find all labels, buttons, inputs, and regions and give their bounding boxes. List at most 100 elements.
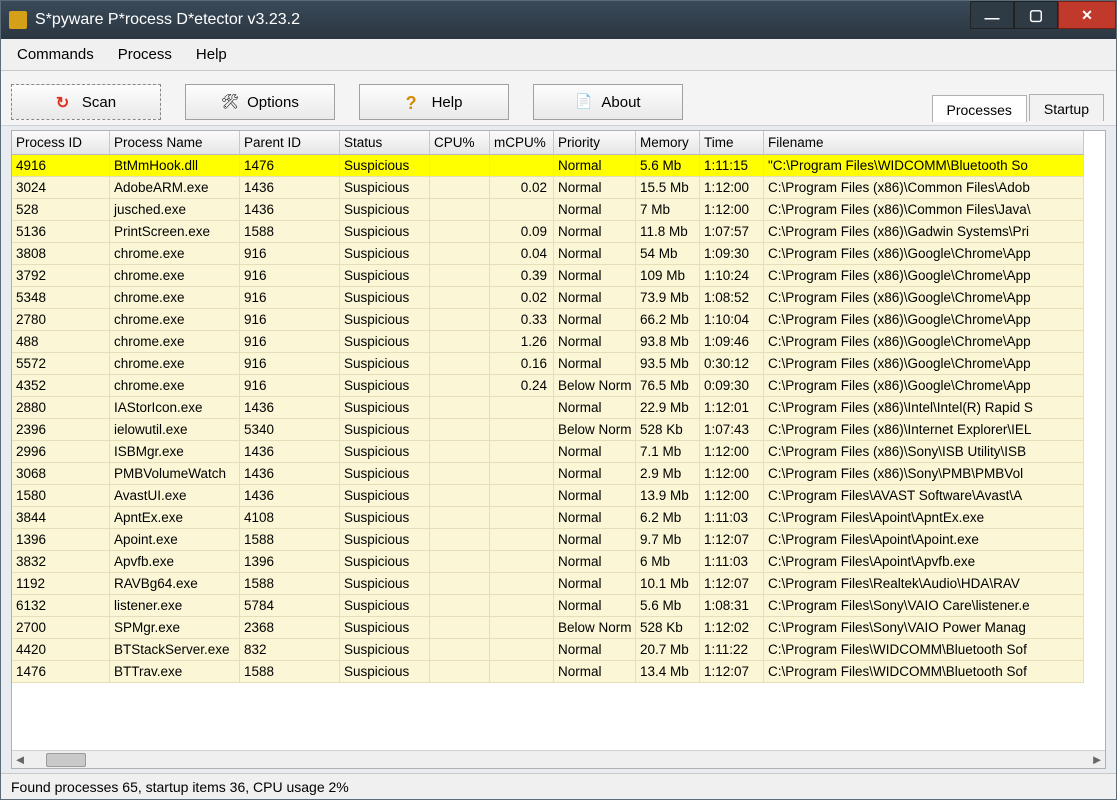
table-cell[interactable]: 0.04 [490,243,554,265]
table-cell[interactable]: C:\Program Files (x86)\Gadwin Systems\Pr… [764,221,1084,243]
table-cell[interactable]: BTStackServer.exe [110,639,240,661]
table-cell[interactable]: 0:30:12 [700,353,764,375]
table-cell[interactable]: Suspicious [340,265,430,287]
menu-help[interactable]: Help [186,42,237,67]
tab-processes[interactable]: Processes [932,95,1027,122]
table-cell[interactable]: 1:12:07 [700,573,764,595]
scrollbar-thumb[interactable] [46,753,86,767]
table-cell[interactable]: 10.1 Mb [636,573,700,595]
table-cell[interactable]: C:\Program Files\Apoint\Apoint.exe [764,529,1084,551]
table-cell[interactable]: 1:12:02 [700,617,764,639]
table-cell[interactable]: 5136 [12,221,110,243]
table-cell[interactable] [430,397,490,419]
col-time[interactable]: Time [700,131,764,155]
table-cell[interactable]: 1.26 [490,331,554,353]
table-cell[interactable]: 5784 [240,595,340,617]
table-cell[interactable]: C:\Program Files (x86)\Google\Chrome\App [764,265,1084,287]
col-parent[interactable]: Parent ID [240,131,340,155]
table-cell[interactable]: 832 [240,639,340,661]
table-cell[interactable]: 0.16 [490,353,554,375]
table-cell[interactable]: 1588 [240,661,340,683]
table-cell[interactable]: Suspicious [340,507,430,529]
table-cell[interactable]: chrome.exe [110,243,240,265]
table-cell[interactable]: Suspicious [340,287,430,309]
table-cell[interactable]: 11.8 Mb [636,221,700,243]
table-cell[interactable]: Normal [554,177,636,199]
table-cell[interactable]: C:\Program Files\Apoint\Apvfb.exe [764,551,1084,573]
table-cell[interactable]: 1:12:00 [700,199,764,221]
table-cell[interactable]: C:\Program Files\AVAST Software\Avast\A [764,485,1084,507]
table-cell[interactable]: Suspicious [340,463,430,485]
table-cell[interactable]: C:\Program Files (x86)\Sony\PMB\PMBVol [764,463,1084,485]
table-cell[interactable]: 916 [240,287,340,309]
table-cell[interactable]: 7.1 Mb [636,441,700,463]
table-cell[interactable]: C:\Program Files (x86)\Google\Chrome\App [764,287,1084,309]
table-cell[interactable]: 2880 [12,397,110,419]
table-cell[interactable]: 2396 [12,419,110,441]
table-cell[interactable]: 66.2 Mb [636,309,700,331]
table-cell[interactable] [490,397,554,419]
table-cell[interactable]: 916 [240,331,340,353]
table-cell[interactable] [430,353,490,375]
table-cell[interactable]: Normal [554,551,636,573]
table-cell[interactable]: 1:08:52 [700,287,764,309]
table-cell[interactable]: C:\Program Files (x86)\Google\Chrome\App [764,375,1084,397]
table-cell[interactable] [430,485,490,507]
table-cell[interactable] [430,199,490,221]
table-cell[interactable] [430,375,490,397]
table-cell[interactable]: 22.9 Mb [636,397,700,419]
col-pname[interactable]: Process Name [110,131,240,155]
table-cell[interactable]: Normal [554,221,636,243]
table-cell[interactable]: 1:11:15 [700,155,764,177]
table-cell[interactable] [430,551,490,573]
table-cell[interactable]: 1580 [12,485,110,507]
close-button[interactable] [1058,1,1116,29]
col-mcpu[interactable]: mCPU% [490,131,554,155]
table-cell[interactable]: IAStorIcon.exe [110,397,240,419]
table-cell[interactable]: 5.6 Mb [636,155,700,177]
table-cell[interactable]: Suspicious [340,595,430,617]
table-cell[interactable]: 1:07:57 [700,221,764,243]
table-cell[interactable]: Normal [554,661,636,683]
table-cell[interactable]: 0.02 [490,177,554,199]
table-cell[interactable]: 15.5 Mb [636,177,700,199]
table-cell[interactable] [430,463,490,485]
table-cell[interactable]: 13.4 Mb [636,661,700,683]
table-cell[interactable]: "C:\Program Files\WIDCOMM\Bluetooth So [764,155,1084,177]
table-cell[interactable] [490,661,554,683]
table-cell[interactable]: Below Norm [554,419,636,441]
table-cell[interactable]: 916 [240,375,340,397]
table-cell[interactable]: 2996 [12,441,110,463]
table-cell[interactable]: 4108 [240,507,340,529]
table-cell[interactable]: C:\Program Files (x86)\Common Files\Java… [764,199,1084,221]
table-cell[interactable]: Normal [554,463,636,485]
table-cell[interactable] [430,265,490,287]
table-cell[interactable]: Normal [554,265,636,287]
table-cell[interactable]: 1:12:00 [700,177,764,199]
table-cell[interactable]: 1:12:01 [700,397,764,419]
table-cell[interactable]: 6 Mb [636,551,700,573]
col-status[interactable]: Status [340,131,430,155]
table-cell[interactable]: Suspicious [340,397,430,419]
table-cell[interactable] [490,441,554,463]
table-cell[interactable]: 3844 [12,507,110,529]
table-cell[interactable]: 2.9 Mb [636,463,700,485]
table-cell[interactable]: C:\Program Files\Sony\VAIO Power Manag [764,617,1084,639]
table-cell[interactable]: 1476 [240,155,340,177]
table-cell[interactable]: Apoint.exe [110,529,240,551]
table-cell[interactable] [430,155,490,177]
table-cell[interactable]: Suspicious [340,375,430,397]
table-cell[interactable]: Normal [554,353,636,375]
table-cell[interactable]: C:\Program Files\WIDCOMM\Bluetooth Sof [764,639,1084,661]
table-cell[interactable]: 5340 [240,419,340,441]
table-cell[interactable]: 528 Kb [636,419,700,441]
table-cell[interactable]: 1:12:07 [700,529,764,551]
table-cell[interactable]: 1:10:04 [700,309,764,331]
table-cell[interactable]: ISBMgr.exe [110,441,240,463]
table-cell[interactable]: Suspicious [340,221,430,243]
table-cell[interactable]: Suspicious [340,617,430,639]
table-cell[interactable]: Suspicious [340,353,430,375]
minimize-button[interactable] [970,1,1014,29]
table-cell[interactable]: C:\Program Files (x86)\Google\Chrome\App [764,331,1084,353]
about-button[interactable]: About [533,84,683,120]
